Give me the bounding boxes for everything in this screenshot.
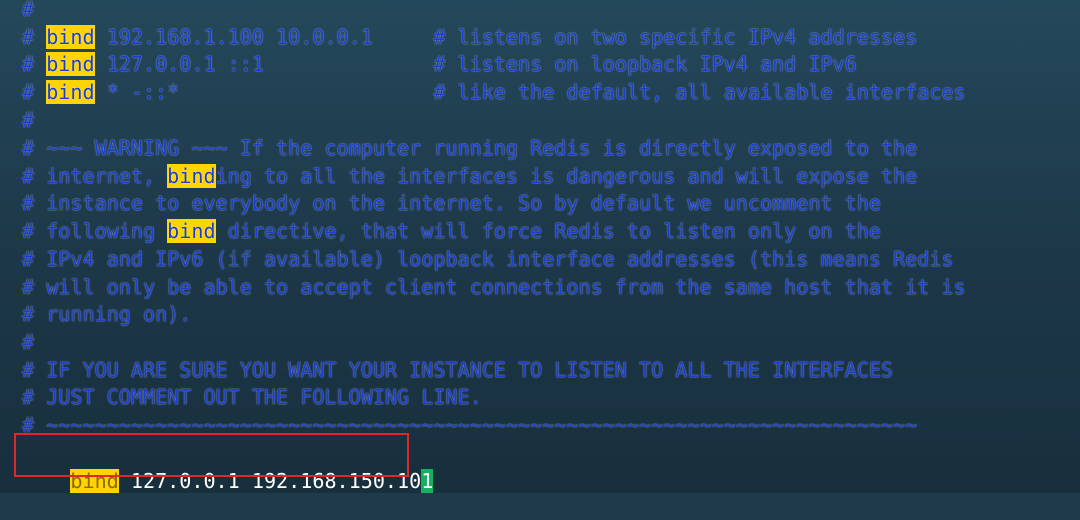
config-line: # JUST COMMENT OUT THE FOLLOWING LINE. xyxy=(22,384,482,410)
config-line: # IPv4 and IPv6 (if available) loopback … xyxy=(22,246,954,272)
comment-text: * -::* # like the default, all available… xyxy=(94,80,966,104)
comment-text: # xyxy=(22,108,35,132)
comment-text: # xyxy=(22,0,35,21)
annotation-highlight-box xyxy=(14,433,409,477)
search-match-highlight: bind xyxy=(46,52,95,76)
terminal-editor[interactable]: # # bind 192.168.1.100 10.0.0.1 # listens… xyxy=(0,0,1080,493)
config-line: # xyxy=(22,329,34,355)
search-match-highlight: bind xyxy=(46,80,95,104)
comment-text: # instance to everybody on the internet.… xyxy=(22,191,881,215)
comment-text: # JUST COMMENT OUT THE FOLLOWING LINE. xyxy=(22,385,482,409)
config-line: # IF YOU ARE SURE YOU WANT YOUR INSTANCE… xyxy=(22,357,893,383)
config-line: # bind * -::* # like the default, all av… xyxy=(22,79,966,105)
comment-text: # xyxy=(22,52,47,76)
config-line: # xyxy=(22,0,34,22)
config-line: # ~~~ WARNING ~~~ If the computer runnin… xyxy=(22,135,917,161)
comment-text: ing to all the interfaces is dangerous a… xyxy=(215,164,918,188)
comment-text: 192.168.1.100 10.0.0.1 # listens on two … xyxy=(94,25,918,49)
comment-text: 127.0.0.1 ::1 # listens on loopback IPv4… xyxy=(94,52,857,76)
comment-text: directive, that will force Redis to list… xyxy=(215,219,881,243)
comment-text: # IF YOU ARE SURE YOU WANT YOUR INSTANCE… xyxy=(22,358,894,382)
comment-text: # xyxy=(22,80,47,104)
config-line: # bind 192.168.1.100 10.0.0.1 # listens … xyxy=(22,24,917,50)
comment-text: # IPv4 and IPv6 (if available) loopback … xyxy=(22,247,954,271)
comment-text: # following xyxy=(22,219,168,243)
config-line: # running on). xyxy=(22,301,191,327)
config-line: # xyxy=(22,107,34,133)
comment-text: # running on). xyxy=(22,302,192,326)
search-match-highlight: bind xyxy=(46,25,95,49)
config-line: # internet, binding to all the interface… xyxy=(22,163,917,189)
comment-text: # ~~~ WARNING ~~~ If the computer runnin… xyxy=(22,136,918,160)
config-line: # bind 127.0.0.1 ::1 # listens on loopba… xyxy=(22,51,857,77)
comment-text: # xyxy=(22,330,35,354)
comment-text: # will only be able to accept client con… xyxy=(22,275,966,299)
config-line: # following bind directive, that will fo… xyxy=(22,218,881,244)
text-cursor: 1 xyxy=(421,469,434,493)
comment-text: # internet, xyxy=(22,164,168,188)
config-line: # will only be able to accept client con… xyxy=(22,274,966,300)
config-line: # instance to everybody on the internet.… xyxy=(22,190,881,216)
search-match-highlight: bind xyxy=(167,164,216,188)
comment-text: # xyxy=(22,25,47,49)
search-match-highlight: bind xyxy=(167,219,216,243)
